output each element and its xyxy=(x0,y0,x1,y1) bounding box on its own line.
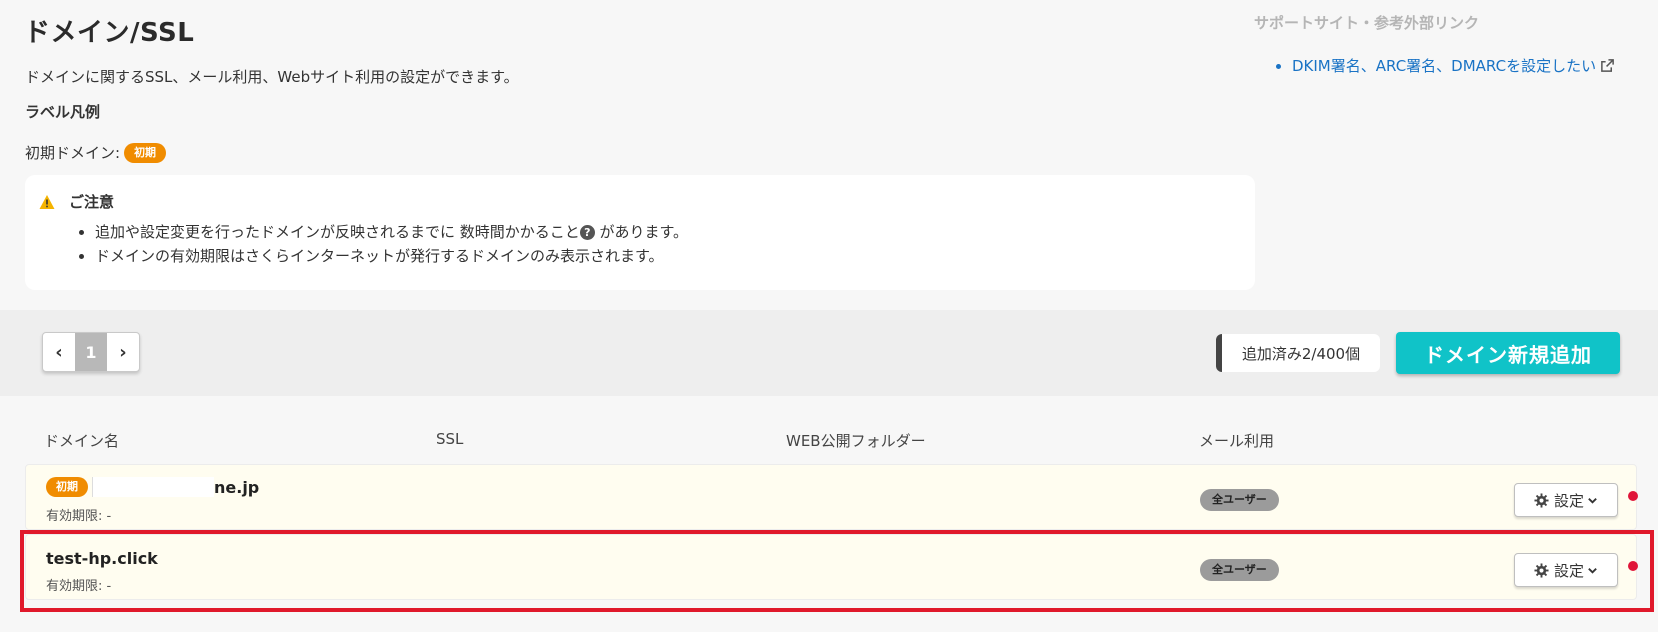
page-description: ドメインに関するSSL、メール利用、Webサイト利用の設定ができます。 xyxy=(25,68,519,86)
table-row: 初期 ne.jp 有効期限: - 全ユーザー 設定 xyxy=(25,464,1638,530)
notice-box: ご注意 追加や設定変更を行ったドメインが反映されるまでに 数時間かかること? が… xyxy=(25,175,1255,290)
domain-count: 追加済み2/400個 xyxy=(1216,334,1380,372)
add-domain-button[interactable]: ドメイン新規追加 xyxy=(1396,332,1620,374)
help-icon[interactable]: ? xyxy=(579,225,595,240)
legend-row: 初期ドメイン: 初期 xyxy=(25,142,167,163)
support-list-item: DKIM署名、ARC署名、DMARCを設定したい xyxy=(1292,55,1644,76)
settings-label: 設定 xyxy=(1553,491,1584,510)
support-title: サポートサイト・参考外部リンク xyxy=(1254,14,1480,32)
dkim-link[interactable]: DKIM署名、ARC署名、DMARCを設定したい xyxy=(1292,57,1596,75)
domain-name: 初期 ne.jp xyxy=(46,477,259,497)
support-list: DKIM署名、ARC署名、DMARCを設定したい xyxy=(1292,55,1644,76)
legend-label: 初期ドメイン: xyxy=(25,144,121,162)
pagination: ‹ 1 › xyxy=(42,332,140,372)
notice-list: 追加や設定変更を行ったドメインが反映されるまでに 数時間かかること? があります… xyxy=(95,223,688,271)
warning-icon xyxy=(39,194,55,209)
next-page-button[interactable]: › xyxy=(107,333,139,371)
masked-text xyxy=(92,477,214,497)
legend-title: ラベル凡例 xyxy=(25,103,101,121)
chevron-down-icon xyxy=(1588,497,1597,504)
notice-item: 追加や設定変更を行ったドメインが反映されるまでに 数時間かかること? があります… xyxy=(95,223,688,241)
column-header-domain: ドメイン名 xyxy=(44,432,120,450)
notification-dot xyxy=(1628,491,1638,501)
domain-name-text: ne.jp xyxy=(214,477,260,497)
column-header-ssl: SSL xyxy=(436,430,464,448)
toolbar: ‹ 1 › 追加済み2/400個 ドメイン新規追加 xyxy=(0,310,1658,396)
notice-title: ご注意 xyxy=(69,193,115,211)
page-header: ドメイン/SSL ドメインに関するSSL、メール利用、Webサイト利用の設定がで… xyxy=(0,0,1658,310)
prev-page-button[interactable]: ‹ xyxy=(43,333,75,371)
expiry-date: 有効期限: - xyxy=(46,509,112,524)
notice-item: ドメインの有効期限はさくらインターネットが発行するドメインのみ表示されます。 xyxy=(95,247,688,265)
highlight-box xyxy=(20,530,1654,612)
settings-button[interactable]: 設定 xyxy=(1514,483,1618,517)
mail-usage-badge: 全ユーザー xyxy=(1200,489,1279,511)
support-links: サポートサイト・参考外部リンク DKIM署名、ARC署名、DMARCを設定したい xyxy=(1254,12,1644,76)
initial-badge: 初期 xyxy=(124,142,167,163)
initial-badge: 初期 xyxy=(46,477,88,497)
gear-icon xyxy=(1534,492,1549,508)
page-title: ドメイン/SSL xyxy=(24,18,195,48)
page-number-button[interactable]: 1 xyxy=(75,333,107,371)
notice-header: ご注意 xyxy=(39,191,114,212)
column-header-web-folder: WEB公開フォルダー xyxy=(786,432,926,450)
column-header-mail: メール利用 xyxy=(1199,432,1275,450)
external-link-icon xyxy=(1601,59,1614,72)
